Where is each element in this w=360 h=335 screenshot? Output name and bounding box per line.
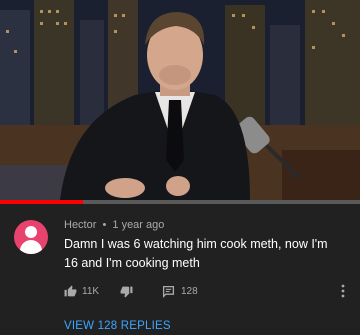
- reply-count: 128: [181, 285, 198, 297]
- avatar[interactable]: [14, 220, 48, 254]
- comment: Hector • 1 year ago Damn I was 6 watchin…: [0, 204, 360, 335]
- comment-timestamp[interactable]: 1 year ago: [112, 219, 164, 231]
- comment-text: Damn I was 6 watching him cook meth, now…: [64, 237, 328, 270]
- dislike-button[interactable]: [120, 282, 133, 300]
- video-scene: [0, 0, 360, 200]
- video-frame[interactable]: [0, 0, 360, 200]
- avatar-person-icon: [25, 226, 37, 238]
- thumbs-up-icon: [64, 285, 77, 296]
- meta-separator: •: [102, 219, 107, 231]
- like-count: 11K: [82, 285, 100, 297]
- comment-icon: [162, 285, 175, 298]
- more-options-button[interactable]: [340, 282, 346, 300]
- comment-actions: 11K 128: [64, 282, 354, 300]
- comment-meta: Hector • 1 year ago: [64, 219, 164, 231]
- comment-author[interactable]: Hector: [64, 219, 96, 231]
- more-vert-icon: [341, 284, 345, 298]
- view-replies-link[interactable]: VIEW 128 REPLIES: [64, 320, 171, 332]
- like-button[interactable]: 11K: [64, 282, 99, 300]
- thumbs-down-icon: [120, 286, 133, 297]
- reply-button[interactable]: 128: [162, 282, 198, 300]
